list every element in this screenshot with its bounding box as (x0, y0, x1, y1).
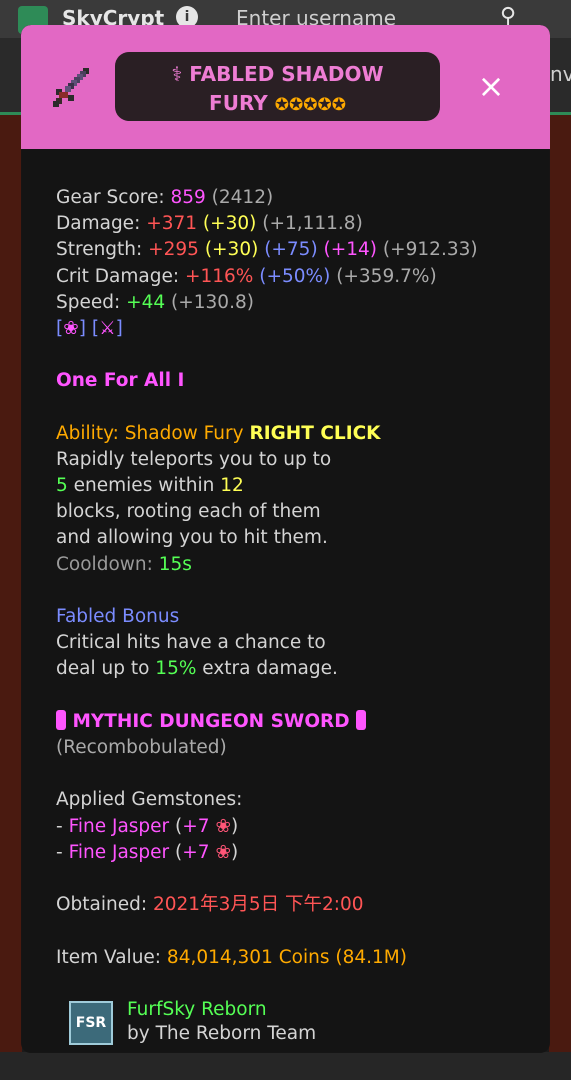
gem1-value: +7 (182, 815, 210, 837)
rarity-right-icon (356, 709, 367, 730)
ability-line: Ability: Shadow Fury RIGHT CLICK (56, 421, 526, 447)
item-title: ⚕ FABLED SHADOW FURY ✪✪✪✪✪ (115, 52, 440, 121)
jasper-flower-icon: ❀ (215, 815, 231, 837)
bonus-desc-2b: extra damage. (196, 658, 338, 680)
strength-extra: (+912.33) (377, 239, 478, 261)
speed-extra: (+130.8) (165, 291, 254, 313)
crit-damage-bonus: (+50%) (253, 265, 331, 287)
strength-line: Strength: +295 (+30) (+75) (+14) (+912.3… (56, 237, 526, 263)
obtained-line: Obtained: 2021年3月5日 下午2:00 (56, 892, 526, 918)
ability-desc-2: 5 enemies within 12 (56, 473, 526, 499)
gem1-prefix: - (56, 815, 69, 837)
obtained-label: Obtained: (56, 894, 153, 916)
damage-bonus: (+30) (197, 213, 257, 235)
gem1-close: ) (230, 815, 239, 837)
gear-score-extra: (2412) (205, 187, 274, 208)
gem-slot-combat-icon: [⚔] (91, 317, 123, 339)
bonus-title: Fabled Bonus (56, 606, 180, 627)
gem-line-2: - Fine Jasper (+7 ❀) (56, 840, 526, 866)
gem2-prefix: - (56, 841, 69, 863)
crit-damage-line: Crit Damage: +116% (+50%) (+359.7%) (56, 264, 526, 290)
speed-label: Speed: (56, 291, 127, 313)
cooldown-value: 15s (158, 553, 192, 575)
damage-extra: (+1,111.8) (256, 213, 363, 235)
item-value-coins: 84,014,301 Coins (166, 947, 330, 969)
gem1-name: Fine Jasper (68, 815, 170, 837)
recomb-line: (Recombobulated) (56, 736, 227, 758)
item-tooltip-modal: ⚕ FABLED SHADOW FURY ✪✪✪✪✪ × Gear Score:… (21, 25, 550, 1053)
gem-slot-jasper-icon: [❀] (56, 317, 86, 339)
star-rating: ✪✪✪✪✪ (274, 95, 346, 115)
item-value-line: Item Value: 84,014,301 Coins (84.1M) (56, 945, 526, 971)
ability-desc-1: Rapidly teleports you to up to (56, 448, 332, 470)
item-value-label: Item Value: (56, 947, 167, 969)
cooldown-line: Cooldown: 15s (56, 552, 526, 578)
item-value-short: (84.1M) (329, 947, 407, 969)
background-tab-label: nv (550, 62, 571, 86)
bonus-desc-2a: deal up to (56, 658, 156, 680)
strength-bonus-reforge: (+14) (317, 239, 378, 261)
gem2-name: Fine Jasper (68, 841, 170, 863)
gem-slots-line: [❀] [⚔] (56, 316, 526, 342)
strength-bonus-hpb: (+30) (198, 239, 259, 261)
damage-label: Damage: (56, 213, 147, 235)
rarity-line: MYTHIC DUNGEON SWORD (56, 709, 526, 735)
item-title-line1: FABLED SHADOW (189, 62, 384, 86)
texture-pack-name[interactable]: FurfSky Reborn (127, 999, 267, 1020)
gem1-open: ( (169, 815, 183, 837)
ability-label: Ability: Shadow Fury (56, 422, 250, 444)
ability-count: 5 (56, 475, 68, 497)
texture-pack-author: by The Reborn Team (127, 1023, 317, 1044)
ability-desc-3: blocks, rooting each of them (56, 501, 321, 523)
ability-click: RIGHT CLICK (249, 422, 381, 444)
damage-value: +371 (146, 213, 197, 235)
gems-title: Applied Gemstones: (56, 789, 243, 811)
bonus-desc-1: Critical hits have a chance to (56, 632, 326, 654)
item-lore: Gear Score: 859 (2412) Damage: +371 (+30… (56, 185, 526, 971)
strength-bonus-gem: (+75) (258, 239, 318, 261)
gem-line-1: - Fine Jasper (+7 ❀) (56, 814, 526, 840)
gem2-open: ( (169, 841, 183, 863)
dagger-icon: ⚕ (171, 62, 183, 86)
gem2-value: +7 (182, 841, 210, 863)
ability-range: 12 (220, 475, 244, 497)
speed-line: Speed: +44 (+130.8) (56, 290, 526, 316)
background-panel-left-top (0, 38, 22, 112)
speed-value: +44 (126, 291, 166, 313)
rarity-left-icon (56, 709, 66, 730)
strength-label: Strength: (56, 239, 149, 261)
obtained-value: 2021年3月5日 下午2:00 (153, 894, 364, 916)
cooldown-label: Cooldown: (56, 553, 159, 575)
jasper-flower-icon: ❀ (215, 841, 231, 863)
gear-score-label: Gear Score: (56, 187, 171, 208)
strength-value: +295 (148, 239, 199, 261)
background-footer (0, 1052, 571, 1080)
ability-desc-4: and allowing you to hit them. (56, 527, 328, 549)
gear-score-value: 859 (170, 187, 206, 208)
rarity-text: MYTHIC DUNGEON SWORD (72, 710, 350, 732)
bonus-desc-2: deal up to 15% extra damage. (56, 656, 526, 682)
background-panel-left (0, 115, 22, 1080)
crit-damage-extra: (+359.7%) (330, 265, 437, 287)
ability-desc-2-text: enemies within (67, 475, 221, 497)
gear-score-line: Gear Score: 859 (2412) (56, 185, 526, 211)
sword-icon (53, 68, 89, 107)
damage-line: Damage: +371 (+30) (+1,111.8) (56, 211, 526, 237)
modal-header: ⚕ FABLED SHADOW FURY ✪✪✪✪✪ × (21, 25, 550, 149)
background-panel-right (549, 115, 571, 1080)
enchant-line: One For All I (56, 370, 185, 392)
crit-damage-value: +116% (184, 265, 254, 287)
gem2-close: ) (230, 841, 239, 863)
item-title-line2: FURY (209, 91, 268, 115)
texture-pack-icon: FSR (69, 1001, 113, 1045)
bonus-pct: 15% (155, 658, 197, 680)
crit-damage-label: Crit Damage: (56, 265, 185, 287)
close-button[interactable]: × (473, 69, 509, 105)
